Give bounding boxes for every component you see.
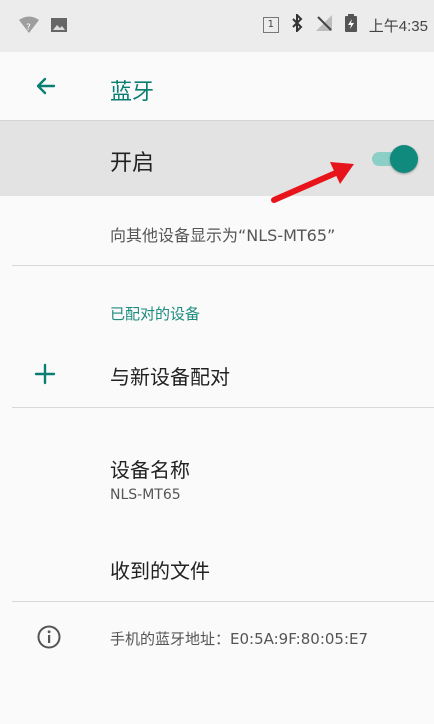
received-files-label: 收到的文件 bbox=[110, 559, 210, 583]
bluetooth-toggle-switch[interactable] bbox=[372, 145, 420, 173]
bluetooth-icon bbox=[291, 12, 303, 36]
status-left: ? bbox=[18, 16, 68, 38]
signal-off-icon bbox=[315, 14, 333, 36]
pair-new-device-label: 与新设备配对 bbox=[110, 365, 230, 389]
visible-as-text: 向其他设备显示为“NLS-MT65” bbox=[110, 226, 336, 245]
received-files-row[interactable]: 收到的文件 bbox=[0, 543, 434, 593]
device-name-row[interactable]: 设备名称 NLS-MT65 bbox=[0, 445, 434, 521]
device-name-title: 设备名称 bbox=[110, 458, 190, 482]
bluetooth-toggle-row[interactable]: 开启 bbox=[0, 120, 434, 196]
image-icon bbox=[50, 17, 68, 37]
arrow-left-icon[interactable] bbox=[32, 72, 60, 100]
pair-new-device-row[interactable]: 与新设备配对 bbox=[0, 345, 434, 407]
bluetooth-address-text: 手机的蓝牙地址：E0:5A:9F:80:05:E7 bbox=[110, 630, 369, 648]
switch-thumb bbox=[390, 145, 418, 173]
visible-as-row: 向其他设备显示为“NLS-MT65” bbox=[0, 195, 434, 265]
app-bar: 蓝牙 bbox=[0, 52, 434, 120]
status-right: 1 上午4:35 bbox=[262, 12, 428, 36]
sim-badge: 1 bbox=[262, 17, 279, 33]
divider bbox=[12, 265, 434, 266]
divider bbox=[12, 407, 434, 408]
wifi-question-icon: ? bbox=[18, 16, 40, 38]
page-title: 蓝牙 bbox=[110, 80, 155, 105]
battery-icon bbox=[344, 14, 357, 36]
paired-devices-header: 已配对的设备 bbox=[110, 305, 201, 323]
address-info-row: 手机的蓝牙地址：E0:5A:9F:80:05:E7 bbox=[0, 620, 434, 660]
bluetooth-toggle-label: 开启 bbox=[110, 151, 155, 176]
device-name-value: NLS-MT65 bbox=[110, 487, 181, 503]
status-time: 上午4:35 bbox=[368, 17, 428, 35]
plus-icon bbox=[33, 362, 57, 386]
divider bbox=[12, 601, 434, 602]
status-bar: ? 1 上午4:35 bbox=[0, 0, 434, 52]
svg-text:?: ? bbox=[26, 23, 31, 33]
info-icon bbox=[36, 624, 62, 650]
